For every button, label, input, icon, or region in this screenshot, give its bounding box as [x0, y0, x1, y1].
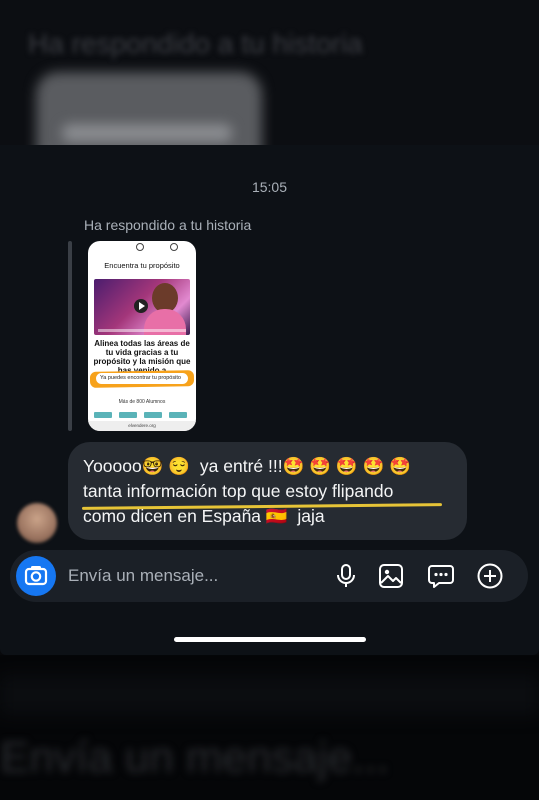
plus-circle-icon[interactable] — [476, 562, 504, 590]
camera-button[interactable] — [16, 556, 56, 596]
sticker-chat-icon[interactable] — [427, 562, 455, 590]
story-button — [144, 412, 162, 418]
message-line-2: tanta información top que estoy flipando — [83, 481, 394, 501]
message-input[interactable] — [68, 564, 288, 588]
story-status-icons — [88, 243, 196, 251]
background-top: Ha respondido a tu historia — [0, 0, 539, 148]
message-line-1: Yooooo🤓 😌 ya entré !!!🤩 🤩 🤩 🤩 🤩 — [83, 456, 411, 476]
microphone-icon[interactable] — [332, 562, 360, 590]
message-text: Yooooo🤓 😌 ya entré !!!🤩 🤩 🤩 🤩 🤩 tanta inf… — [83, 454, 458, 529]
story-button — [169, 412, 187, 418]
camera-icon — [24, 566, 48, 586]
blurred-card-bar — [62, 124, 232, 142]
story-video-frame — [94, 279, 190, 335]
story-stat: Más de 800 Alumnos — [118, 399, 166, 405]
gallery-icon[interactable] — [377, 562, 405, 590]
story-button-row — [94, 412, 190, 418]
story-button — [119, 412, 137, 418]
story-button — [94, 412, 112, 418]
blurred-composer-text: Envía un mensaje... — [0, 733, 389, 782]
story-footer-url: elvendere.org — [88, 421, 196, 431]
background-bottom: Envía un mensaje... — [0, 655, 539, 800]
story-circle-icon — [136, 243, 144, 251]
home-indicator[interactable] — [174, 637, 366, 642]
story-reply-label: Ha respondido a tu historia — [84, 217, 252, 233]
message-composer — [10, 550, 528, 602]
message-bubble[interactable]: Yooooo🤓 😌 ya entré !!!🤩 🤩 🤩 🤩 🤩 tanta inf… — [68, 442, 467, 540]
story-info-icon — [170, 243, 178, 251]
sender-avatar[interactable] — [17, 503, 57, 543]
message-line-3: como dicen en España 🇪🇸 jaja — [83, 506, 325, 526]
story-pill: Ya puedes encontrar tu propósito — [96, 373, 188, 384]
message-timestamp: 15:05 — [251, 179, 288, 195]
chat-panel: 15:05 Ha respondido a tu historia Encuen… — [0, 145, 539, 655]
video-progress-bar — [98, 329, 186, 332]
story-title: Encuentra tu propósito — [104, 261, 180, 270]
play-icon — [134, 299, 148, 313]
blurred-strip — [0, 675, 539, 715]
blurred-header-text: Ha respondido a tu historia — [28, 28, 363, 59]
story-thumbnail[interactable]: Encuentra tu propósito Alinea todas las … — [88, 241, 196, 431]
quote-bar — [68, 241, 72, 431]
